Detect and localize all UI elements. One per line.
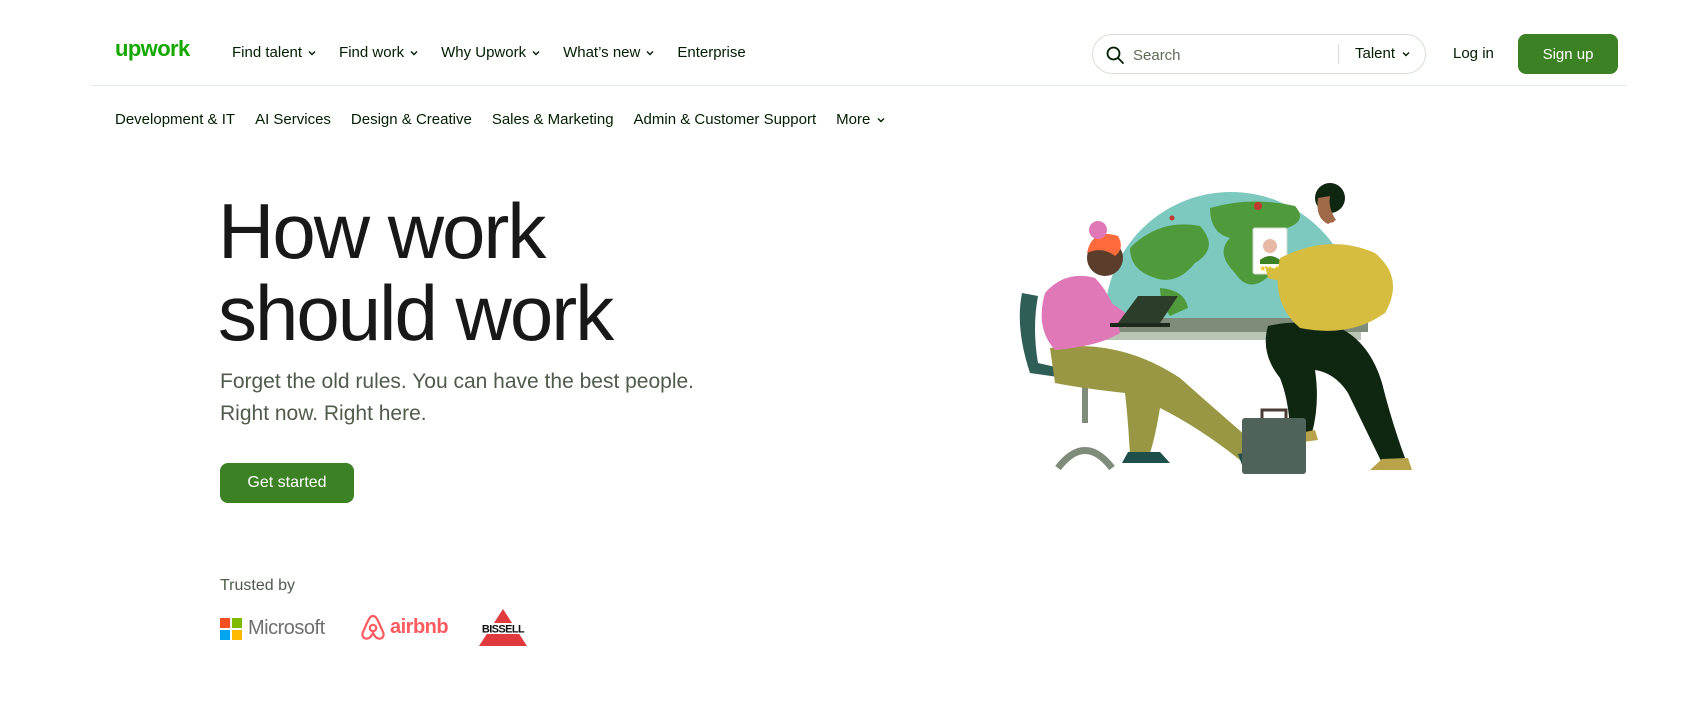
nav-find-talent[interactable]: Find talent <box>232 44 317 61</box>
hero-title-line: How work <box>218 187 546 275</box>
category-sales-marketing[interactable]: Sales & Marketing <box>492 111 614 128</box>
category-design-creative[interactable]: Design & Creative <box>351 111 472 128</box>
microsoft-logo-text: Microsoft <box>248 617 325 639</box>
nav-find-work[interactable]: Find work <box>339 44 419 61</box>
hero-subtitle-line: Forget the old rules. You can have the b… <box>220 370 695 393</box>
microsoft-logo: Microsoft <box>220 617 325 640</box>
category-ai-services[interactable]: AI Services <box>255 111 331 128</box>
page: upwork Find talent Find work Why Upwork … <box>0 0 1696 704</box>
bissell-logo-text: BISSELL <box>482 624 525 636</box>
hero-title: How work should work <box>218 187 614 357</box>
hero-subtitle: Forget the old rules. You can have the b… <box>220 366 694 430</box>
nav-enterprise-label: Enterprise <box>677 44 746 61</box>
search-divider <box>1338 44 1339 64</box>
nav-whats-new-label: What’s new <box>563 44 641 61</box>
hero-subtitle-line: Right now. Right here. <box>220 402 427 425</box>
search-scope-label: Talent <box>1355 45 1396 62</box>
category-more-label: More <box>836 111 871 128</box>
airbnb-logo: airbnb <box>360 613 449 641</box>
search-scope-dropdown[interactable]: Talent <box>1355 45 1411 62</box>
nav-find-work-label: Find work <box>339 44 405 61</box>
category-more[interactable]: More <box>836 111 886 128</box>
category-admin-support[interactable]: Admin & Customer Support <box>634 111 817 128</box>
logo-text: upwork <box>115 38 191 61</box>
category-development-it[interactable]: Development & IT <box>115 111 235 128</box>
top-header: upwork Find talent Find work Why Upwork … <box>91 0 1627 86</box>
nav-why-upwork[interactable]: Why Upwork <box>441 44 541 61</box>
trusted-by-label: Trusted by <box>220 577 295 594</box>
search-input[interactable] <box>1131 44 1325 66</box>
get-started-button[interactable]: Get started <box>220 463 354 503</box>
signup-button[interactable]: Sign up <box>1518 34 1618 74</box>
chevron-down-icon <box>308 50 316 55</box>
search-bar: Talent <box>1092 34 1426 74</box>
nav-find-talent-label: Find talent <box>232 44 303 61</box>
hero-illustration: ★★★ <box>1019 183 1412 474</box>
bissell-logo: BISSELL <box>477 609 529 646</box>
nav-enterprise[interactable]: Enterprise <box>677 44 745 61</box>
airbnb-logo-text: airbnb <box>390 615 449 638</box>
search-icon[interactable] <box>1105 45 1125 65</box>
category-nav: Development & IT AI Services Design & Cr… <box>115 111 886 128</box>
main-nav: Find talent Find work Why Upwork What’s … <box>232 44 746 61</box>
chevron-down-icon <box>532 50 540 55</box>
hero-title-line: should work <box>218 269 614 357</box>
nav-why-upwork-label: Why Upwork <box>441 44 527 61</box>
chevron-down-icon <box>877 117 885 122</box>
chevron-down-icon <box>410 50 418 55</box>
airbnb-belo-icon <box>361 614 385 640</box>
nav-whats-new[interactable]: What’s new <box>563 44 655 61</box>
login-link[interactable]: Log in <box>1453 45 1494 62</box>
upwork-logo[interactable]: upwork <box>115 38 199 66</box>
chevron-down-icon <box>646 50 654 55</box>
chevron-down-icon <box>1402 51 1410 56</box>
microsoft-grid-icon <box>220 617 242 640</box>
